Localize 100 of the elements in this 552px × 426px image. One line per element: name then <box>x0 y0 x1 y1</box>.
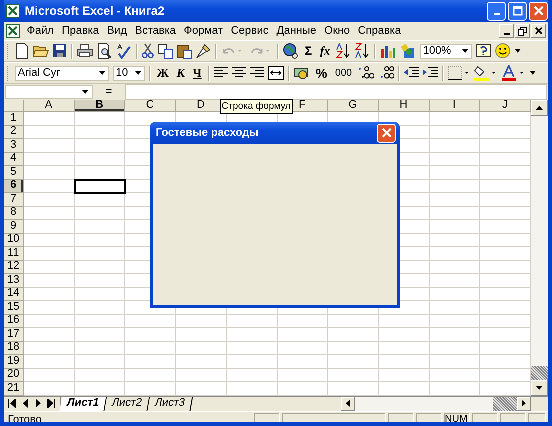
scroll-up-button[interactable] <box>531 100 548 116</box>
table-cell[interactable] <box>430 355 480 368</box>
column-header[interactable]: I <box>430 100 480 112</box>
table-cell[interactable] <box>430 288 480 301</box>
table-cell[interactable] <box>278 328 328 342</box>
table-cell[interactable] <box>74 328 126 342</box>
toolbar-options-icon[interactable] <box>530 71 536 75</box>
paste-icon[interactable] <box>177 43 192 59</box>
sort-descending-icon[interactable] <box>355 43 370 59</box>
close-button[interactable] <box>531 24 546 38</box>
table-cell[interactable] <box>24 193 75 206</box>
table-cell[interactable] <box>226 368 278 382</box>
bold-button[interactable]: Ж <box>155 66 171 80</box>
decrease-decimal-icon[interactable] <box>378 66 394 80</box>
fill-color-icon[interactable] <box>474 65 498 81</box>
row-header[interactable]: 14 <box>4 288 24 301</box>
chart-icon[interactable] <box>380 44 396 58</box>
first-sheet-icon[interactable] <box>8 399 17 408</box>
table-cell[interactable] <box>328 328 379 342</box>
print-preview-icon[interactable] <box>97 43 112 59</box>
table-cell[interactable] <box>430 234 480 247</box>
table-cell[interactable] <box>430 220 480 234</box>
table-cell[interactable] <box>74 274 126 288</box>
scroll-right-button[interactable] <box>517 396 531 410</box>
column-header[interactable]: H <box>378 100 430 112</box>
table-cell[interactable] <box>226 342 278 355</box>
table-cell[interactable] <box>24 314 75 328</box>
table-cell[interactable] <box>176 328 227 342</box>
borders-icon[interactable] <box>448 66 470 80</box>
sheet-tab[interactable]: Лист2 <box>104 396 150 410</box>
font-size-dropdown[interactable]: 10 <box>113 66 145 80</box>
column-header[interactable]: C <box>125 100 176 112</box>
table-cell[interactable] <box>74 206 126 220</box>
table-cell[interactable] <box>74 342 126 355</box>
menu-item[interactable]: Сервис <box>227 25 273 37</box>
table-cell[interactable] <box>24 220 75 234</box>
table-cell[interactable] <box>226 328 278 342</box>
percent-button[interactable]: % <box>314 66 330 80</box>
table-cell[interactable] <box>74 234 126 247</box>
currency-icon[interactable] <box>294 66 310 80</box>
table-cell[interactable] <box>24 152 75 166</box>
table-cell[interactable] <box>328 382 379 396</box>
row-header[interactable]: 7 <box>4 193 24 206</box>
vertical-scrollbar[interactable] <box>531 100 548 396</box>
menu-item[interactable]: Файл <box>23 25 58 37</box>
table-cell[interactable] <box>378 314 430 328</box>
table-cell[interactable] <box>24 301 75 314</box>
zoom-dropdown[interactable]: 100% <box>420 44 472 58</box>
table-cell[interactable] <box>278 342 328 355</box>
sheet-tab[interactable]: Лист1 <box>60 396 108 410</box>
row-header[interactable]: 19 <box>4 355 24 368</box>
menu-item[interactable]: Вид <box>103 25 132 37</box>
table-cell[interactable] <box>430 368 480 382</box>
table-cell[interactable] <box>24 274 75 288</box>
table-cell[interactable] <box>74 260 126 274</box>
table-cell[interactable] <box>430 314 480 328</box>
table-cell[interactable] <box>378 355 430 368</box>
table-cell[interactable] <box>74 368 126 382</box>
table-cell[interactable] <box>74 314 126 328</box>
table-cell[interactable] <box>430 260 480 274</box>
table-cell[interactable] <box>24 382 75 396</box>
table-cell[interactable] <box>430 193 480 206</box>
table-cell[interactable] <box>176 355 227 368</box>
row-header[interactable]: 2 <box>4 126 24 139</box>
table-cell[interactable] <box>430 139 480 152</box>
table-cell[interactable] <box>74 382 126 396</box>
table-cell[interactable] <box>430 180 480 193</box>
table-cell[interactable] <box>74 220 126 234</box>
table-cell[interactable] <box>430 112 480 126</box>
font-color-icon[interactable] <box>502 65 526 81</box>
table-cell[interactable] <box>328 368 379 382</box>
row-header[interactable]: 15 <box>4 301 24 314</box>
thousands-button[interactable]: 000 <box>333 68 354 78</box>
table-cell[interactable] <box>278 355 328 368</box>
scroll-left-button[interactable] <box>341 396 355 410</box>
row-header[interactable]: 20 <box>4 368 24 382</box>
table-cell[interactable] <box>24 234 75 247</box>
smiley-icon[interactable] <box>495 43 512 59</box>
merge-cells-icon[interactable] <box>268 66 284 80</box>
row-header[interactable]: 3 <box>4 139 24 152</box>
table-cell[interactable] <box>74 112 126 126</box>
table-cell[interactable] <box>430 166 480 180</box>
table-cell[interactable] <box>24 139 75 152</box>
row-header[interactable]: 1 <box>4 112 24 126</box>
select-all-corner[interactable] <box>4 100 24 112</box>
align-left-icon[interactable] <box>214 67 228 79</box>
scroll-thumb[interactable] <box>493 396 517 410</box>
table-cell[interactable] <box>24 328 75 342</box>
row-header[interactable]: 4 <box>4 152 24 166</box>
menu-item[interactable]: Правка <box>58 25 104 37</box>
restore-button[interactable] <box>515 24 530 38</box>
table-cell[interactable] <box>125 355 176 368</box>
font-dropdown[interactable]: Arial Cyr <box>15 66 109 80</box>
table-cell[interactable] <box>74 288 126 301</box>
row-header[interactable]: 6 <box>4 180 24 193</box>
row-header[interactable]: 8 <box>4 206 24 220</box>
align-center-icon[interactable] <box>232 67 246 79</box>
table-cell[interactable] <box>125 342 176 355</box>
next-sheet-icon[interactable] <box>34 399 43 408</box>
last-sheet-icon[interactable] <box>47 399 56 408</box>
